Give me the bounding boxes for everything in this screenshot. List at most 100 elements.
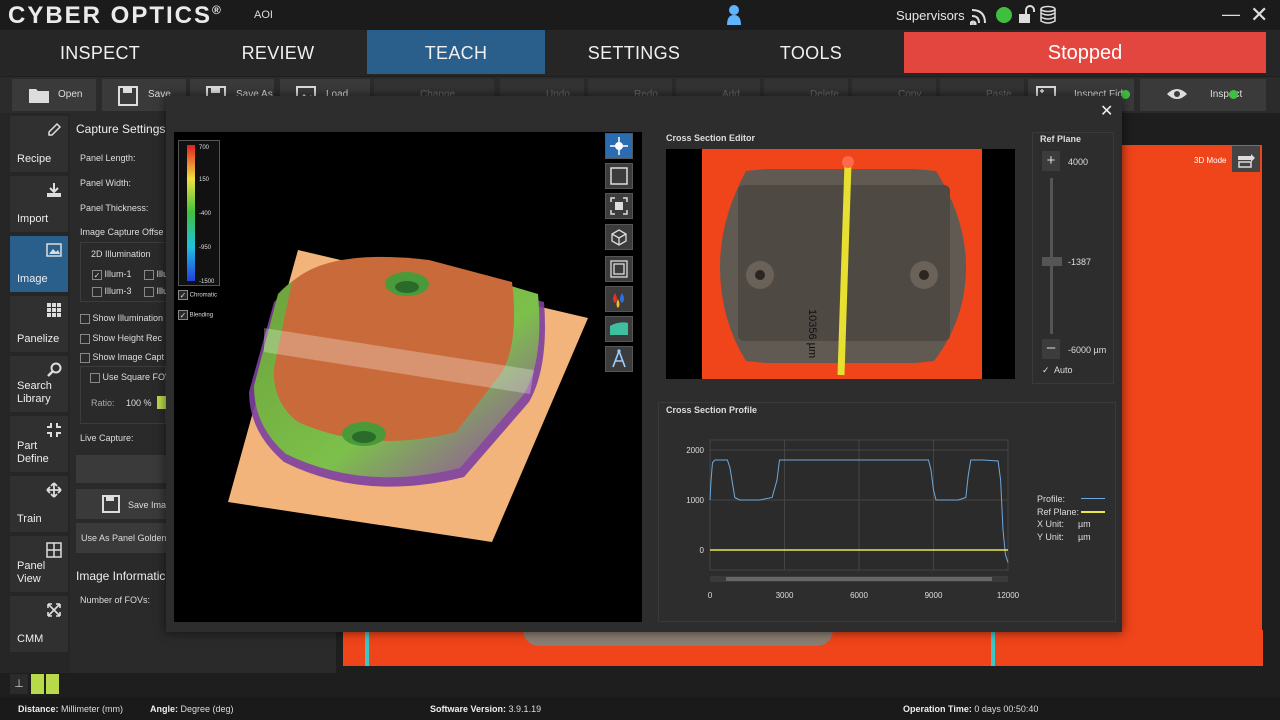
3d-height-view[interactable]: 700 150 -400 -950 -1500 ✓ Chromatic ✓ Bl… bbox=[174, 132, 642, 622]
ref-plane-bottom-value: -6000 µm bbox=[1068, 345, 1107, 355]
use-square-fov-checkbox[interactable]: Use Square FOV bbox=[90, 372, 171, 383]
sidebar-item-image[interactable]: Image bbox=[10, 236, 68, 292]
layout-toggle-icon-2[interactable] bbox=[46, 674, 59, 694]
3d-box-view-button[interactable] bbox=[605, 224, 633, 250]
sidebar-item-cmm[interactable]: CMM bbox=[10, 596, 68, 652]
show-height-checkbox[interactable]: Show Height Rec bbox=[80, 333, 162, 344]
database-icon[interactable] bbox=[1038, 5, 1058, 25]
inspect-button[interactable]: Inspect bbox=[1140, 79, 1266, 111]
save-icon bbox=[118, 86, 138, 106]
number-of-fovs-label: Number of FOVs: bbox=[80, 595, 151, 605]
ratio-slider[interactable] bbox=[157, 396, 166, 409]
show-illumination-check-icon bbox=[80, 313, 90, 324]
x-tick-label: 9000 bbox=[925, 591, 943, 600]
illum-1-checkbox[interactable]: ✓ Illum-1 bbox=[92, 269, 132, 280]
open-button[interactable]: Open bbox=[12, 79, 96, 111]
x-tick-label: 3000 bbox=[776, 591, 794, 600]
live-capture-button[interactable] bbox=[76, 455, 168, 483]
sidebar-item-recipe[interactable]: Recipe bbox=[10, 116, 68, 172]
blending-checkbox[interactable]: ✓ Blending bbox=[178, 310, 213, 320]
use-as-panel-golden-button[interactable]: Use As Panel Golden bbox=[76, 523, 168, 553]
sidebar-item-train[interactable]: Train bbox=[10, 476, 68, 532]
auto-check-icon: ✓ bbox=[1042, 365, 1050, 375]
user-status-icon bbox=[727, 5, 741, 25]
app-logo: CYBER OPTICS® bbox=[8, 2, 221, 29]
show-image-capture-checkbox[interactable]: Show Image Capt bbox=[80, 352, 164, 363]
dialog-close-icon[interactable]: ✕ bbox=[1100, 101, 1113, 121]
sidebar-label-train: Train bbox=[17, 513, 42, 525]
tab-teach[interactable]: TEACH bbox=[367, 30, 545, 74]
surface-button[interactable] bbox=[605, 316, 633, 342]
ref-plane-slider-thumb[interactable] bbox=[1042, 257, 1062, 266]
user-name[interactable]: Supervisors bbox=[896, 8, 965, 23]
sidebar-label-cmm: CMM bbox=[17, 633, 44, 645]
operation-time-value: 0 days 00:50:40 bbox=[974, 704, 1039, 714]
sidebar-item-search-library[interactable]: Search Library bbox=[10, 356, 68, 412]
image-marker-left bbox=[365, 630, 369, 666]
illum-3-check-icon bbox=[92, 286, 102, 297]
distance-label: Distance: bbox=[18, 704, 59, 714]
tab-tools[interactable]: TOOLS bbox=[722, 30, 900, 74]
color-mode-button[interactable] bbox=[605, 286, 633, 312]
save-image-icon bbox=[102, 495, 120, 513]
chromatic-checkbox[interactable]: ✓ Chromatic bbox=[178, 290, 217, 300]
use-square-fov-label: Use Square FOV bbox=[102, 372, 172, 382]
scale-label-3: -400 bbox=[199, 211, 212, 217]
surface-icon bbox=[610, 322, 628, 335]
minimize-icon[interactable]: — bbox=[1222, 4, 1240, 25]
auto-label: Auto bbox=[1054, 365, 1073, 375]
sidebar-label-part-define: Part Define bbox=[17, 440, 49, 465]
illum-2-checkbox[interactable]: Illu bbox=[144, 269, 168, 280]
illum-4-checkbox[interactable]: Illu bbox=[144, 286, 168, 297]
pin-icon[interactable]: ⊥ bbox=[10, 674, 28, 694]
search-icon bbox=[47, 362, 62, 377]
cross-section-editor[interactable]: 10356 µm bbox=[666, 149, 1015, 379]
show-illumination-label: Show Illumination bbox=[92, 313, 164, 323]
tab-settings[interactable]: SETTINGS bbox=[545, 30, 723, 74]
top-view-button[interactable] bbox=[605, 256, 633, 282]
auto-checkbox[interactable]: ✓ Auto bbox=[1042, 365, 1073, 376]
save-image-button[interactable]: Save Ima bbox=[76, 489, 168, 519]
ref-plane-decrease-icon[interactable]: – bbox=[1042, 339, 1060, 359]
illum-3-checkbox[interactable]: Illum-3 bbox=[92, 286, 132, 297]
sidebar-item-part-define[interactable]: Part Define bbox=[10, 416, 68, 472]
folder-icon bbox=[29, 89, 49, 103]
height-color-bar bbox=[187, 145, 195, 281]
unlock-icon[interactable] bbox=[1016, 5, 1036, 25]
scale-label-min: -1500 bbox=[199, 279, 215, 285]
panel-image-view[interactable] bbox=[1120, 145, 1262, 665]
inspect-status-icon bbox=[1229, 90, 1238, 99]
illumination-group-title: 2D Illumination bbox=[91, 249, 151, 259]
sidebar-item-import[interactable]: Import bbox=[10, 176, 68, 232]
legend-y-unit-label: Y Unit: bbox=[1037, 532, 1064, 542]
close-window-icon[interactable]: ✕ bbox=[1250, 2, 1268, 28]
height-scale-legend: 700 150 -400 -950 -1500 bbox=[178, 140, 220, 286]
layout-toggle-icon-1[interactable] bbox=[31, 674, 44, 694]
tab-inspect[interactable]: INSPECT bbox=[10, 30, 190, 74]
ref-plane-current-value: -1387 bbox=[1068, 257, 1092, 267]
blending-label: Blending bbox=[189, 312, 214, 319]
3d-mode-button[interactable] bbox=[1232, 146, 1260, 172]
chart-scrollbar-thumb bbox=[726, 577, 992, 581]
ref-plane-slider-track[interactable] bbox=[1050, 178, 1053, 334]
tab-review[interactable]: REVIEW bbox=[188, 30, 368, 74]
sidebar-label-image: Image bbox=[17, 273, 48, 285]
angle-value: Degree (deg) bbox=[180, 704, 234, 714]
fit-view-button[interactable] bbox=[605, 163, 633, 189]
chromatic-label: Chromatic bbox=[189, 292, 218, 299]
image-capture-offset-label: Image Capture Offse bbox=[80, 227, 164, 237]
ref-plane-increase-icon[interactable]: + bbox=[1042, 151, 1060, 171]
illum-1-label: Illum-1 bbox=[104, 269, 132, 279]
sidebar-item-panel-view[interactable]: Panel View bbox=[10, 536, 68, 592]
sidebar-label-panel-view: Panel View bbox=[17, 560, 46, 585]
zoom-extents-button[interactable] bbox=[605, 193, 633, 219]
sidebar-item-panelize[interactable]: Panelize bbox=[10, 296, 68, 352]
show-illumination-checkbox[interactable]: Show Illumination bbox=[80, 313, 163, 324]
legend-x-unit-label: X Unit: bbox=[1037, 519, 1065, 529]
zoom-extents-icon bbox=[610, 197, 628, 215]
pan-rotate-button[interactable] bbox=[605, 133, 633, 159]
cube-icon bbox=[611, 229, 627, 246]
x-tick-label: 12000 bbox=[997, 591, 1020, 600]
measure-tool-button[interactable] bbox=[605, 346, 633, 372]
cross-section-profile-chart[interactable]: 0 3000 6000 9000 12000 2000 1000 0 bbox=[672, 430, 1022, 606]
